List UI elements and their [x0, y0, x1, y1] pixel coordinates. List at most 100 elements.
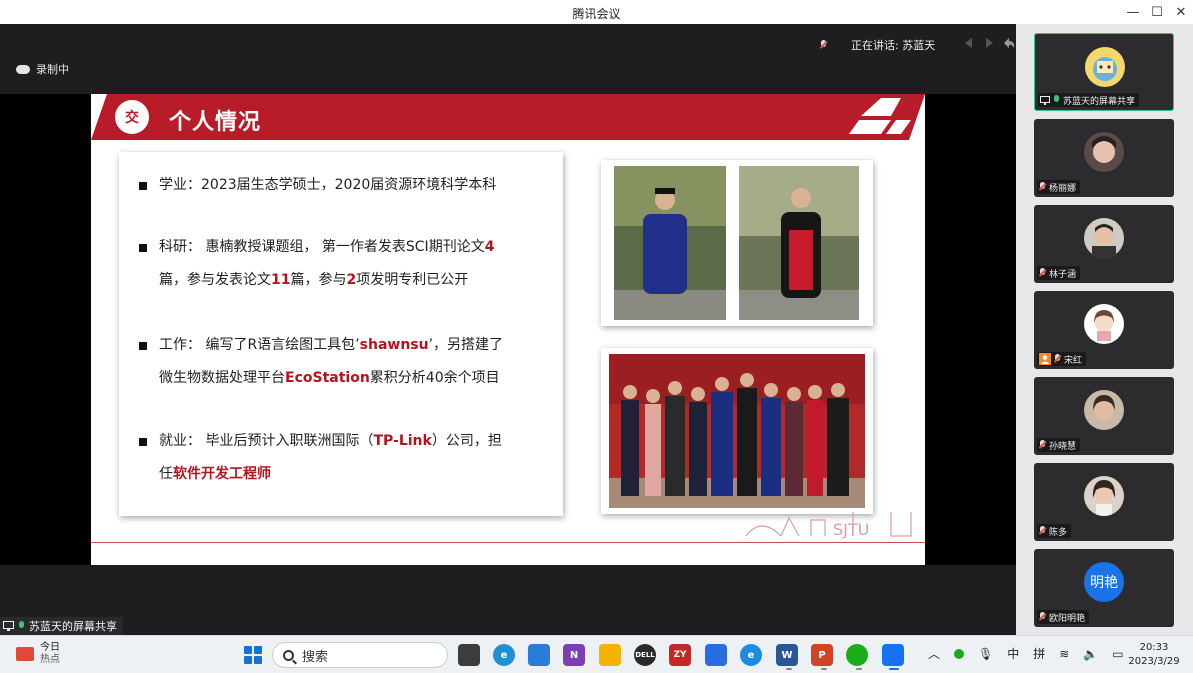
mic-muted-icon [1039, 440, 1046, 450]
close-button[interactable]: ✕ [1163, 0, 1193, 24]
ime-mode[interactable]: 中 [1007, 645, 1019, 662]
windows-taskbar: 今日 热点 搜索 e N DELL ZY e W P ︿ 🎙 中 拼 ≋ 🔈 ▭… [0, 635, 1193, 673]
running-indicator [856, 668, 862, 670]
powerpoint-icon[interactable]: P [811, 644, 833, 666]
bullet-text: 学业：2023届生态学硕士，2020届资源环境科学本科 [159, 177, 497, 193]
mic-muted-icon [1039, 268, 1046, 278]
participant-name: 宋红 [1064, 355, 1083, 366]
bullet-square-icon [139, 438, 147, 446]
zotero-icon[interactable]: ZY [669, 644, 691, 666]
share-label-text: 苏蓝天的屏幕共享 [29, 620, 117, 633]
arrow-left-icon[interactable] [962, 36, 976, 50]
arrow-right-icon[interactable] [982, 36, 996, 50]
file-explorer-icon[interactable] [599, 644, 621, 666]
screen-share-icon [3, 621, 14, 631]
watermark-text: SJTU [833, 520, 869, 539]
university-emblem-icon: 交 [113, 98, 151, 136]
highlight-number: 2 [346, 272, 357, 288]
battery-icon[interactable]: ▭ [1112, 647, 1123, 661]
bullet-work: 工作： 编写了R语言绘图工具包’shawnsu’，另搭建了 微生物数据处理平台E… [139, 329, 503, 395]
participant-tile[interactable]: 宋红 [1034, 291, 1174, 369]
bullet-text: 科研： 惠楠教授课题组， 第一作者发表SCI期刊论文 [159, 239, 485, 255]
microphone-icon[interactable]: 🎙 [978, 647, 993, 661]
screen-share-view[interactable]: 交 个人情况 学业：2023届生态学硕士，2020届资源环境科学本科 科研： 惠… [0, 94, 1016, 565]
wechat-icon[interactable] [846, 644, 868, 666]
onenote-icon[interactable]: N [563, 644, 585, 666]
taskbar-search-box[interactable]: 搜索 [272, 642, 448, 668]
highlight-term: EcoStation [285, 370, 370, 386]
slide-footer-line [91, 542, 925, 543]
participant-name-tag: 苏蓝天的屏幕共享 [1038, 93, 1140, 107]
bullet-square-icon [139, 182, 147, 190]
presentation-slide: 交 个人情况 学业：2023届生态学硕士，2020届资源环境科学本科 科研： 惠… [91, 94, 925, 565]
task-view-icon[interactable] [458, 644, 480, 666]
start-button[interactable] [244, 646, 262, 664]
system-tray: ︿ 🎙 中 拼 ≋ 🔈 ▭ [928, 645, 1124, 662]
participant-name: 林子涵 [1049, 269, 1077, 280]
participant-tile[interactable]: 孙晓慧 [1034, 377, 1174, 455]
back-icon[interactable] [1002, 36, 1016, 50]
running-indicator [821, 668, 827, 670]
mic-on-icon [1053, 95, 1060, 105]
dell-icon[interactable]: DELL [634, 644, 656, 666]
recording-indicator[interactable]: 录制中 [16, 61, 69, 77]
mic-muted-icon [820, 40, 827, 50]
minimize-icon: — [1126, 4, 1140, 20]
widget-title: 今日 [40, 642, 60, 653]
feishu-icon[interactable] [705, 644, 727, 666]
bullet-text: 项发明专利已公开 [356, 272, 469, 288]
photo-avatar [1084, 132, 1124, 172]
participant-name-tag: 陈多 [1037, 524, 1072, 538]
bullet-research: 科研： 惠楠教授课题组， 第一作者发表SCI期刊论文4 篇，参与发表论文11篇，… [139, 231, 494, 297]
highlight-term: TP-Link [373, 433, 432, 449]
participant-name: 苏蓝天的屏幕共享 [1063, 96, 1136, 107]
cloud-record-icon [16, 64, 30, 74]
ime-name[interactable]: 拼 [1033, 645, 1045, 662]
search-placeholder: 搜索 [302, 649, 329, 665]
view-controls [962, 36, 1016, 50]
participant-tile[interactable]: 陈多 [1034, 463, 1174, 541]
active-indicator [889, 668, 899, 670]
store-icon[interactable] [528, 644, 550, 666]
bullet-text: ’，另搭建了 [428, 337, 504, 353]
participant-tile[interactable]: 林子涵 [1034, 205, 1174, 283]
participant-name-tag: 孙晓慧 [1037, 438, 1081, 452]
sjtu-watermark: SJTU [745, 512, 912, 539]
screen-share-label: 苏蓝天的屏幕共享 [0, 617, 123, 635]
participant-name: 杨丽娜 [1049, 183, 1077, 194]
bullet-text: 就业： 毕业后预计入职联洲国际（ [159, 433, 374, 449]
bullet-text: 累积分析40余个项目 [369, 370, 500, 386]
wifi-icon[interactable]: ≋ [1059, 647, 1069, 661]
edge-browser-icon[interactable]: e [493, 644, 515, 666]
participant-tile[interactable]: 杨丽娜 [1034, 119, 1174, 197]
taskbar-clock[interactable]: 20:33 2023/3/29 [1124, 641, 1184, 669]
mic-on-icon [18, 621, 25, 631]
news-widget[interactable]: 今日 热点 [16, 642, 60, 666]
volume-icon[interactable]: 🔈 [1083, 647, 1098, 661]
highlight-number: 4 [484, 239, 495, 255]
bullet-square-icon [139, 342, 147, 350]
participant-tile[interactable]: 苏蓝天的屏幕共享 [1034, 33, 1174, 111]
chevron-up-icon[interactable]: ︿ [928, 645, 940, 662]
bullet-text: 工作： 编写了R语言绘图工具包’ [159, 337, 360, 353]
bullet-text: 篇，参与 [290, 272, 347, 288]
widget-subtitle: 热点 [40, 654, 60, 665]
close-icon: ✕ [1175, 4, 1187, 20]
participant-name: 陈多 [1049, 527, 1068, 538]
photo-avatar [1084, 218, 1124, 258]
tencent-meeting-icon[interactable] [882, 644, 904, 666]
news-icon [16, 647, 34, 661]
wechat-tray-icon[interactable] [954, 648, 965, 659]
window-titlebar: 腾讯会议 — ☐ ✕ [0, 0, 1193, 24]
screen-share-icon [1040, 95, 1050, 105]
speaking-indicator: 正在讲话: 苏蓝天 [820, 37, 935, 53]
word-icon[interactable]: W [776, 644, 798, 666]
person-icon [1039, 353, 1051, 365]
edge-beta-icon[interactable]: e [740, 644, 762, 666]
group-photo-image [609, 354, 865, 508]
mic-muted-icon [1039, 526, 1046, 536]
bullet-employment: 就业： 毕业后预计入职联洲国际（TP-Link）公司，担 任软件开发工程师 [139, 425, 502, 491]
photo-avatar [1084, 476, 1124, 516]
graduation-portrait-image [614, 166, 859, 320]
participant-tile[interactable]: 明艳 欧阳明艳 [1034, 549, 1174, 627]
